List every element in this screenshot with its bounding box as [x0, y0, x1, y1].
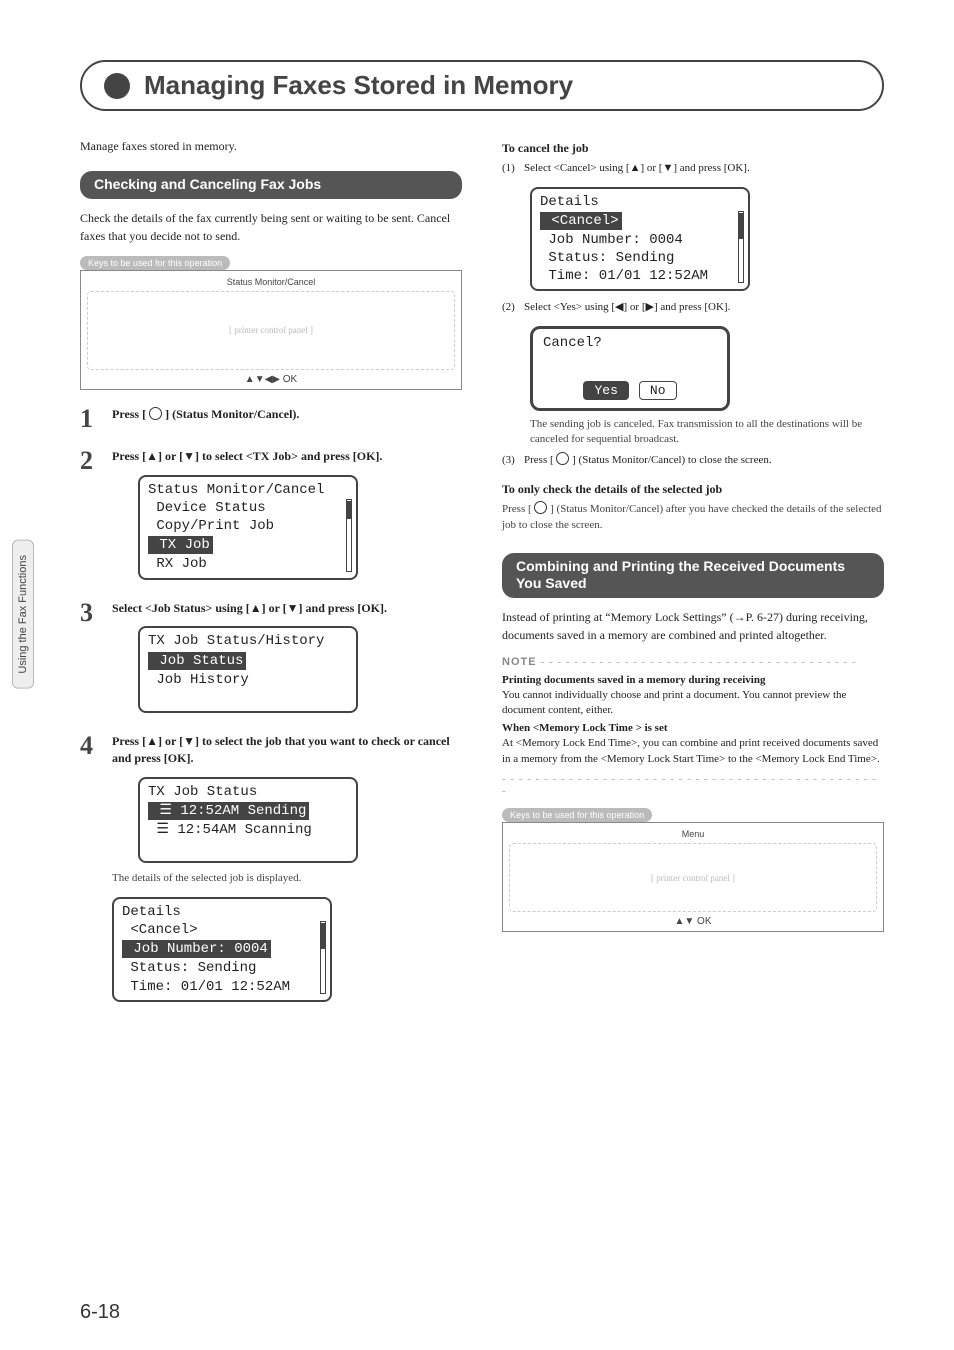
- cancel-step-2: (2)Select <Yes> using [◀] or [▶] and pre…: [502, 299, 884, 316]
- step-2-text: Press [▲] or [▼] to select <TX Job> and …: [112, 448, 462, 584]
- lcd4-title: Details: [122, 903, 322, 921]
- cancel-step-3: (3)Press [ ] (Status Monitor/Cancel) to …: [502, 452, 884, 469]
- lcd1-scroll-thumb: [347, 501, 351, 519]
- section1-desc: Check the details of the fax currently b…: [80, 209, 462, 245]
- status-monitor-button-icon-3: [534, 501, 547, 514]
- cancel-note-text: The sending job is canceled. Fax transmi…: [530, 417, 884, 448]
- note-dashes-bottom-icon: - - - - - - - - - - - - - - - - - - - - …: [502, 773, 884, 797]
- step4-caption: The details of the selected job is displ…: [112, 871, 462, 886]
- lcdA-scroll-thumb: [739, 213, 743, 239]
- lcdA-r4: Time: 01/01 12:52AM: [540, 267, 740, 285]
- cancel-prompt-text: Cancel?: [543, 335, 717, 351]
- step-1-text: Press [ ] (Status Monitor/Cancel).: [112, 406, 462, 432]
- lcdA-hl: <Cancel>: [540, 212, 622, 230]
- cancel-no-button[interactable]: No: [639, 381, 677, 400]
- lcd3-r2: ☰ 12:54AM Scanning: [148, 821, 348, 839]
- control-panel-diagram-2: Menu [ printer control panel ] ▲▼ OK: [502, 822, 884, 932]
- lcd2-hl: Job Status: [148, 652, 246, 670]
- lcd-status-monitor: Status Monitor/Cancel Device Status Copy…: [138, 475, 358, 580]
- step-number-3: 3: [80, 600, 102, 718]
- keys-bar-label-1: Keys to be used for this operation: [80, 256, 230, 270]
- page-number: 6-18: [80, 1301, 120, 1324]
- lcd-cancel-prompt: Cancel? Yes No: [530, 326, 730, 411]
- panel2-bottom-label: ▲▼ OK: [674, 916, 711, 927]
- note2-body: At <Memory Lock End Time>, you can combi…: [502, 736, 884, 767]
- step-number-4: 4: [80, 733, 102, 1006]
- panel2-placeholder-icon: [ printer control panel ]: [509, 843, 877, 912]
- step-number-1: 1: [80, 406, 102, 432]
- right-column: To cancel the job (1)Select <Cancel> usi…: [502, 137, 884, 1006]
- lcd-tx-status-history: TX Job Status/History Job Status Job His…: [138, 626, 358, 713]
- to-cancel-heading: To cancel the job: [502, 141, 884, 156]
- lcd4-scroll-thumb: [321, 923, 325, 949]
- lcd4-r4: Time: 01/01 12:52AM: [122, 978, 322, 996]
- page-title: Managing Faxes Stored in Memory: [144, 70, 573, 101]
- note-body: Printing documents saved in a memory dur…: [502, 674, 884, 768]
- lcd1-hl: TX Job: [148, 536, 213, 554]
- step-number-2: 2: [80, 448, 102, 584]
- section2-desc: Instead of printing at “Memory Lock Sett…: [502, 608, 884, 644]
- lcd2-title: TX Job Status/History: [148, 632, 348, 650]
- only-check-heading: To only check the details of the selecte…: [502, 482, 884, 497]
- lcd2-r2: Job History: [148, 671, 348, 689]
- step-3-text: Select <Job Status> using [▲] or [▼] and…: [112, 600, 462, 718]
- lcdA-r2: Job Number: 0004: [540, 231, 740, 249]
- only-check-body: Press [ ] (Status Monitor/Cancel) after …: [502, 501, 884, 533]
- section-heading-checking: Checking and Canceling Fax Jobs: [80, 171, 462, 199]
- title-bullet-icon: [104, 73, 130, 99]
- section-heading-combining: Combining and Printing the Received Docu…: [502, 553, 884, 598]
- page-title-band: Managing Faxes Stored in Memory: [80, 60, 884, 111]
- lcd-details: Details <Cancel> Job Number: 0004 Status…: [112, 897, 332, 1002]
- panel-top-label: Status Monitor/Cancel: [227, 277, 316, 287]
- control-panel-diagram-1: Status Monitor/Cancel [ printer control …: [80, 270, 462, 390]
- note2-heading: When <Memory Lock Time > is set: [502, 722, 884, 734]
- panel2-top-label: Menu: [682, 829, 705, 839]
- lcd1-r2: Copy/Print Job: [148, 517, 348, 535]
- side-tab: Using the Fax Functions: [12, 540, 34, 689]
- intro-text: Manage faxes stored in memory.: [80, 137, 462, 155]
- left-column: Manage faxes stored in memory. Checking …: [80, 137, 462, 1006]
- lcd4-r3: Status: Sending: [122, 959, 322, 977]
- keys-bar-label-2: Keys to be used for this operation: [502, 808, 652, 822]
- status-monitor-button-icon-2: [556, 452, 569, 465]
- panel-placeholder-icon: [ printer control panel ]: [87, 291, 455, 370]
- cancel-yes-button[interactable]: Yes: [583, 381, 628, 400]
- lcd3-hl: ☰ 12:52AM Sending: [148, 802, 309, 820]
- step-4-text: Press [▲] or [▼] to select the job that …: [112, 733, 462, 1006]
- lcdA-r3: Status: Sending: [540, 249, 740, 267]
- note-row: NOTE - - - - - - - - - - - - - - - - - -…: [502, 652, 884, 670]
- status-monitor-button-icon: [149, 407, 162, 420]
- note1-body: You cannot individually choose and print…: [502, 688, 884, 719]
- panel-bottom-label: ▲▼◀▶ OK: [245, 374, 297, 385]
- lcd1-r4: RX Job: [148, 555, 348, 573]
- lcd1-title: Status Monitor/Cancel: [148, 481, 348, 499]
- lcd4-r1: <Cancel>: [122, 921, 322, 939]
- lcd4-hl: Job Number: 0004: [122, 940, 271, 958]
- lcdA-title: Details: [540, 193, 740, 211]
- note1-heading: Printing documents saved in a memory dur…: [502, 674, 884, 686]
- note-dashes-icon: - - - - - - - - - - - - - - - - - - - - …: [541, 656, 857, 668]
- lcd1-r1: Device Status: [148, 499, 348, 517]
- lcd-details-right: Details <Cancel> Job Number: 0004 Status…: [530, 187, 750, 292]
- lcd-tx-job-status: TX Job Status ☰ 12:52AM Sending ☰ 12:54A…: [138, 777, 358, 864]
- cancel-step-1: (1)Select <Cancel> using [▲] or [▼] and …: [502, 160, 884, 177]
- note-label: NOTE: [502, 656, 537, 668]
- lcd3-title: TX Job Status: [148, 783, 348, 801]
